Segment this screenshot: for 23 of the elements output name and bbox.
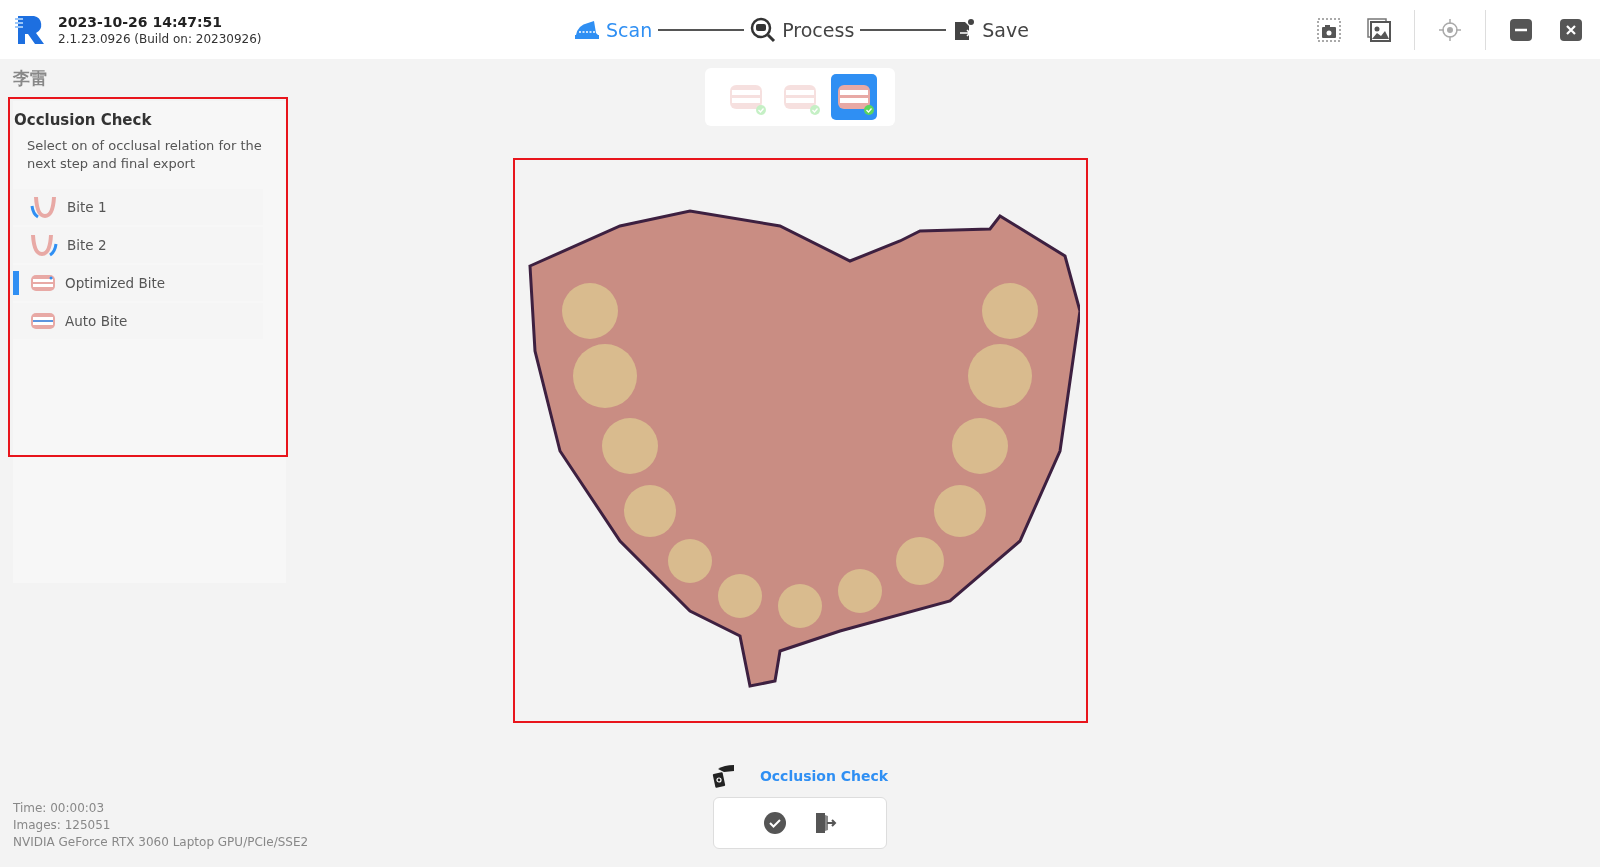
- bite-thumbnail[interactable]: [831, 74, 877, 120]
- panel-description: Select on of occlusal relation for the next step and final export: [26, 137, 263, 173]
- exit-button[interactable]: [813, 811, 837, 835]
- version-text: 2.1.23.0926 (Build on: 20230926): [58, 31, 262, 46]
- tool-label: Occlusion Check: [759, 768, 889, 784]
- step-tab[interactable]: Save: [952, 17, 1029, 42]
- hand-card-icon: [711, 763, 736, 789]
- scanner-icon: [574, 18, 600, 41]
- stat-text: NVIDIA GeForce RTX 3060 Laptop GPU/PCIe/SSE2: [13, 834, 309, 851]
- lower-arch-icon: [29, 232, 59, 258]
- teeth-icon: [29, 310, 57, 332]
- date-time: 2023-10-26 14:47:51: [58, 13, 224, 30]
- stat-text: Time: 00:00:03: [13, 800, 106, 817]
- stat-text: Images: 125051: [13, 817, 112, 834]
- file-export-icon: [952, 17, 977, 42]
- magnifier-icon: [750, 16, 777, 43]
- step-tab[interactable]: Process: [750, 16, 855, 43]
- confirm-button[interactable]: [763, 811, 787, 835]
- app-logo: [14, 13, 46, 46]
- patient-name: 李雷: [13, 67, 48, 90]
- lower-arch-icon: [29, 194, 59, 220]
- teeth-icon: [29, 272, 57, 294]
- panel-title: Occlusion Check: [13, 111, 153, 129]
